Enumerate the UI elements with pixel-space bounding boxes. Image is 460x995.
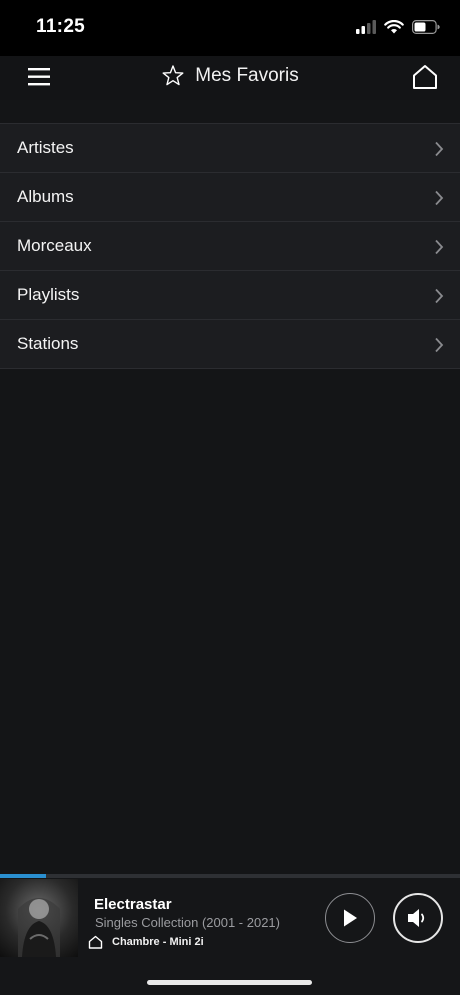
track-title: Electrastar [94,896,172,913]
home-button[interactable] [410,62,440,92]
progress-fill [0,874,46,878]
room-name: Chambre - Mini 2i [112,936,204,948]
volume-button[interactable] [393,893,443,943]
favorites-list: Artistes Albums Morceaux Playlists Stati… [0,123,460,369]
track-album-clip: Singles Collection (2001 - 2021) [80,915,280,933]
progress-bar[interactable] [0,874,460,878]
list-item-label: Stations [17,334,79,353]
album-art-image [18,898,60,957]
home-indicator [147,980,312,985]
cellular-signal-icon [356,20,376,34]
room-selector[interactable]: Chambre - Mini 2i [88,935,204,949]
list-item-label: Morceaux [17,236,92,255]
list-item-artistes[interactable]: Artistes [0,124,460,173]
status-bar: 11:25 [0,0,460,56]
list-item-label: Albums [17,187,74,206]
list-item-albums[interactable]: Albums [0,173,460,222]
chevron-right-icon [435,141,444,157]
list-item-stations[interactable]: Stations [0,320,460,369]
play-button[interactable] [325,893,375,943]
list-item-morceaux[interactable]: Morceaux [0,222,460,271]
chevron-right-icon [435,190,444,206]
star-icon [162,65,184,86]
page-title: Mes Favoris [195,65,299,86]
wifi-icon [384,20,404,34]
home-small-icon [88,935,103,949]
chevron-right-icon [435,288,444,304]
home-icon [413,65,437,89]
page-title-group: Mes Favoris [0,64,460,88]
nav-bar: Mes Favoris [0,56,460,100]
status-icons [356,17,440,37]
album-art[interactable] [0,879,78,957]
volume-icon [408,909,425,927]
play-icon [344,909,357,927]
list-item-label: Playlists [17,285,80,304]
chevron-right-icon [435,239,444,255]
now-playing-bar[interactable]: Electrastar Singles Collection (2001 - 2… [0,874,460,995]
status-time: 11:25 [36,16,86,37]
list-item-label: Artistes [17,138,74,157]
list-item-playlists[interactable]: Playlists [0,271,460,320]
track-album: Singles Collection (2001 - 2021) [95,915,280,930]
battery-icon [412,20,440,34]
chevron-right-icon [435,337,444,353]
